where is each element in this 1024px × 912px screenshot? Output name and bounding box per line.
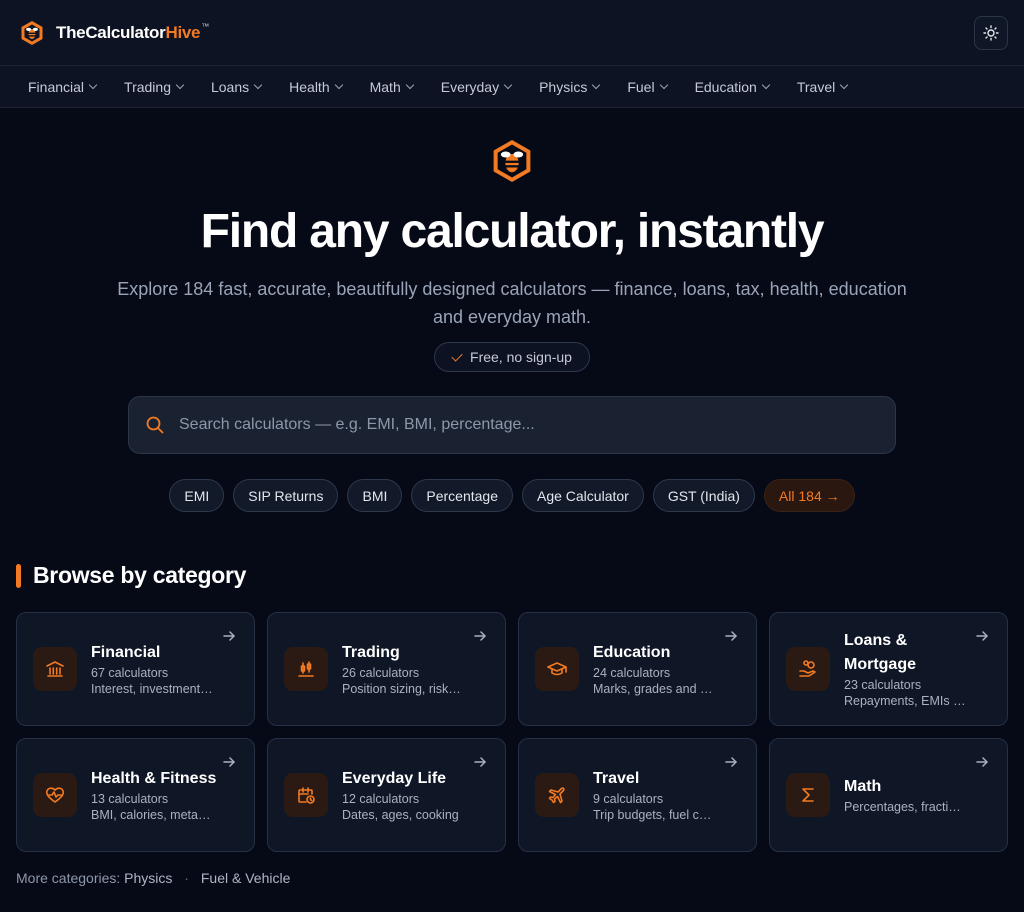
hero-bee-icon <box>493 140 531 182</box>
card-description: Percentages, fractions <box>844 800 966 814</box>
card-count: 12 calculators <box>342 792 420 806</box>
chevron-down-icon <box>839 80 849 90</box>
nav-math[interactable]: Math <box>370 79 414 95</box>
quick-link-sip-returns[interactable]: SIP Returns <box>233 479 339 512</box>
card-title: Education <box>593 644 671 661</box>
card-description: Interest, investments, savings <box>91 682 213 696</box>
chevron-down-icon <box>592 80 601 90</box>
card-count: 23 calculators <box>844 678 922 692</box>
card-count: 9 calculators <box>593 792 664 806</box>
quick-link-gst-india[interactable]: GST (India) <box>652 479 755 512</box>
chevron-down-icon <box>175 80 185 90</box>
candlestick-icon <box>298 661 314 677</box>
check-icon <box>451 349 463 362</box>
quick-link-age-calculator[interactable]: Age Calculator <box>521 479 644 512</box>
arrow-right-icon <box>725 631 737 641</box>
card-description: BMI, calories, metabolism <box>91 808 213 822</box>
hero-title: Find any calculator, instantly <box>200 205 825 258</box>
arrow-right-icon <box>976 631 988 641</box>
top-bar: TheCalculatorHive™ <box>0 0 1024 66</box>
nav-travel[interactable]: Travel <box>797 79 849 95</box>
free-badge: Free, no sign-up <box>434 342 590 372</box>
search-icon <box>146 416 164 434</box>
card-description: Trip budgets, fuel costs <box>593 808 715 822</box>
brand-logo-link[interactable]: TheCalculatorHive™ <box>20 20 209 46</box>
category-grid: Financial 67 calculators Interest, inves… <box>16 612 1008 852</box>
nav-financial[interactable]: Financial <box>28 79 98 95</box>
nav-loans[interactable]: Loans <box>211 79 263 95</box>
card-description: Repayments, EMIs and more <box>844 694 966 708</box>
hand-coins-icon <box>799 660 816 677</box>
quick-link-percentage[interactable]: Percentage <box>411 479 513 512</box>
card-title: Health & Fitness <box>91 770 217 787</box>
card-title: Loans & Mortgage <box>844 632 916 673</box>
theme-toggle-button[interactable] <box>974 15 1008 50</box>
card-description: Marks, grades and more <box>593 682 715 696</box>
chevron-down-icon <box>761 80 771 90</box>
category-card-education[interactable]: Education 24 calculators Marks, grades a… <box>518 612 757 726</box>
card-count: 13 calculators <box>91 792 169 806</box>
section-title: Browse by category <box>16 562 246 589</box>
card-title: Trading <box>342 644 400 661</box>
arrow-right-icon <box>725 757 737 767</box>
card-title: Everyday Life <box>342 770 447 787</box>
chevron-down-icon <box>88 80 98 90</box>
arrow-right-icon <box>223 631 235 641</box>
sigma-icon <box>802 788 814 802</box>
category-card-health-fitness[interactable]: Health & Fitness 13 calculators BMI, cal… <box>16 738 255 852</box>
arrow-right-icon <box>474 631 486 641</box>
more-link-fuel-vehicle[interactable]: Fuel & Vehicle <box>201 870 291 886</box>
category-card-everyday-life[interactable]: Everyday Life 12 calculators Dates, ages… <box>267 738 506 852</box>
quick-link-bmi[interactable]: BMI <box>347 479 403 512</box>
category-card-trading[interactable]: Trading 26 calculators Position sizing, … <box>267 612 506 726</box>
card-description: Position sizing, risk and more <box>342 682 464 696</box>
more-link-physics[interactable]: Physics <box>124 870 172 886</box>
category-nav: Financial Trading Loans Health Math Ever… <box>0 66 1024 108</box>
nav-health[interactable]: Health <box>289 79 343 95</box>
card-count: 24 calculators <box>593 666 671 680</box>
accent-bar <box>16 563 21 588</box>
heart-pulse-icon <box>45 787 65 803</box>
plane-icon <box>548 787 565 804</box>
chevron-down-icon <box>334 80 343 90</box>
card-title: Financial <box>91 644 161 661</box>
nav-trading[interactable]: Trading <box>124 79 185 95</box>
arrow-right-icon <box>474 757 486 767</box>
category-card-travel[interactable]: Travel 9 calculators Trip budgets, fuel … <box>518 738 757 852</box>
bee-logo-icon <box>21 20 43 45</box>
nav-fuel[interactable]: Fuel <box>627 79 668 95</box>
calendar-clock-icon <box>298 787 315 804</box>
card-description: Dates, ages, cooking <box>342 808 459 822</box>
search-input[interactable] <box>179 416 859 434</box>
nav-education[interactable]: Education <box>695 79 771 95</box>
nav-everyday[interactable]: Everyday <box>441 79 513 95</box>
nav-physics[interactable]: Physics <box>539 79 601 95</box>
category-card-loans-mortgage[interactable]: Loans & Mortgage 23 calculators Repaymen… <box>769 612 1008 726</box>
more-categories: More categories: Physics · Fuel & Vehicl… <box>16 870 291 886</box>
card-count: 67 calculators <box>91 666 169 680</box>
chevron-down-icon <box>659 80 668 90</box>
all-calculators-link[interactable]: All 184 → <box>763 479 855 512</box>
search-box[interactable] <box>128 396 896 454</box>
brand-name: TheCalculatorHive™ <box>56 22 209 42</box>
bank-icon <box>46 661 64 677</box>
graduation-cap-icon <box>547 662 567 676</box>
hero-subtitle: Explore 184 fast, accurate, beautifully … <box>117 279 907 327</box>
quick-link-emi[interactable]: EMI <box>169 479 225 512</box>
card-title: Math <box>844 778 882 795</box>
sun-icon <box>983 24 999 41</box>
arrow-right-icon <box>223 757 235 767</box>
chevron-down-icon <box>503 80 513 90</box>
category-card-financial[interactable]: Financial 67 calculators Interest, inves… <box>16 612 255 726</box>
category-card-math[interactable]: Math Percentages, fractions <box>769 738 1008 852</box>
chevron-down-icon <box>253 80 263 90</box>
chevron-down-icon <box>405 80 414 90</box>
card-count: 26 calculators <box>342 666 420 680</box>
arrow-right-icon <box>976 757 988 767</box>
card-title: Travel <box>593 770 640 787</box>
quick-links: EMI SIP Returns BMI Percentage Age Calcu… <box>0 479 1024 512</box>
